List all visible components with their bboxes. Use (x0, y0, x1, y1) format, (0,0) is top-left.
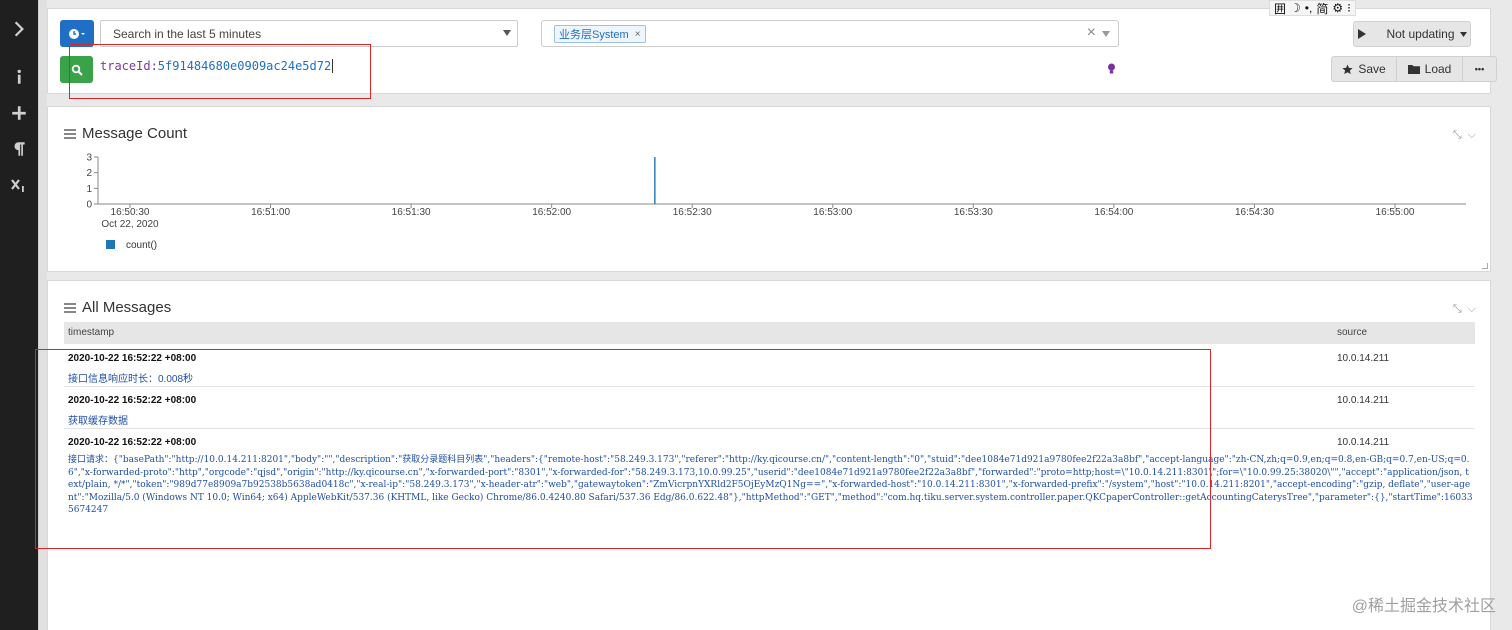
plus-icon[interactable] (0, 98, 38, 128)
y-tick-label: 3 (86, 153, 92, 164)
ime-item[interactable]: •, (1305, 1, 1313, 15)
legend-label: count() (126, 240, 157, 251)
row-source: 10.0.14.211 (1337, 353, 1390, 364)
table-row[interactable]: 2020-10-22 16:52:22 +08:00 10.0.14.211 获… (64, 387, 1475, 429)
row-source: 10.0.14.211 (1337, 437, 1390, 448)
load-label: Load (1424, 62, 1452, 76)
more-icon: ••• (1474, 64, 1485, 74)
caret-down-icon (1459, 31, 1467, 37)
x-tick-label: 16:53:00 (813, 207, 852, 218)
table-row[interactable]: 2020-10-22 16:52:22 +08:00 10.0.14.211 接… (64, 429, 1475, 515)
refresh-interval-button[interactable]: Not updating (1353, 21, 1471, 47)
drag-handle-icon[interactable] (64, 302, 76, 313)
star-icon (1342, 63, 1353, 74)
left-toolbar-edge (38, 0, 47, 630)
watermark: @稀土掘金技术社区 (1351, 598, 1496, 615)
query-value: 5f91484680e0909ac24e5d72 (157, 59, 332, 73)
load-search-button[interactable]: Load (1397, 56, 1463, 82)
x-tick-label: 16:52:00 (532, 207, 571, 218)
x-tick-label: 16:54:00 (1094, 207, 1133, 218)
stream-tag-label: 业务层System (559, 29, 629, 41)
x-tick-label: 16:53:30 (954, 207, 993, 218)
play-icon (1358, 29, 1367, 39)
row-message: 接口请求：{"basePath":"http://10.0.14.211:820… (68, 455, 1473, 515)
widget-tools: ⤡ ⌵ (1453, 303, 1476, 316)
more-actions-button[interactable]: ••• (1463, 56, 1497, 82)
save-label: Save (1358, 62, 1386, 76)
x-date-label: Oct 22, 2020 (101, 219, 159, 230)
x-tick-label: 16:51:30 (392, 207, 431, 218)
message-count-chart: 0 1 2 3 16:50:30 16:51:00 16:51:30 16:52:00 16:5… (86, 153, 1466, 251)
x-tick-label: 16:55:00 (1376, 207, 1415, 218)
time-range-select[interactable]: Search in the last 5 minutes (100, 20, 518, 47)
ime-item[interactable]: ☽ (1290, 1, 1301, 15)
text-cursor (332, 59, 334, 73)
query-key: traceId: (100, 59, 158, 73)
pilcrow-icon[interactable] (0, 134, 38, 164)
compress-icon[interactable]: ⤡ (1453, 303, 1462, 316)
folder-icon (1407, 65, 1420, 74)
row-message: 接口信息响应时长：0.008秒 (68, 374, 194, 385)
subscript-icon[interactable] (0, 170, 38, 200)
y-tick-label: 2 (86, 168, 92, 179)
clear-icon[interactable]: × (1087, 24, 1096, 42)
chevron-right-icon[interactable] (0, 14, 38, 44)
x-tick-label: 16:51:00 (251, 207, 290, 218)
stream-tag: 业务层System × (554, 25, 646, 43)
ime-item[interactable]: 简 (1316, 0, 1328, 17)
row-timestamp: 2020-10-22 16:52:22 +08:00 (68, 437, 197, 448)
left-toolbar (0, 0, 38, 630)
table-row[interactable]: 2020-10-22 16:52:22 +08:00 10.0.14.211 接… (64, 345, 1475, 387)
row-message: 获取缓存数据 (68, 416, 128, 427)
save-search-button[interactable]: Save (1331, 56, 1397, 82)
x-tick-label: 16:50:30 (111, 207, 150, 218)
row-timestamp: 2020-10-22 16:52:22 +08:00 (68, 395, 197, 406)
chevron-down-icon[interactable]: ⌵ (1468, 303, 1476, 316)
ime-item[interactable]: ⁝ (1347, 1, 1351, 15)
time-range-label: Search in the last 5 minutes (113, 26, 262, 41)
chart-bar (654, 157, 656, 204)
ime-toolbar: 囲 ☽ •, 简 ⚙ ⁝ (1269, 0, 1356, 16)
row-source: 10.0.14.211 (1337, 395, 1390, 406)
stream-tag-remove-icon[interactable]: × (635, 29, 641, 40)
ime-item[interactable]: ⚙ (1332, 1, 1343, 15)
legend-swatch (106, 240, 115, 249)
caret-down-icon[interactable] (1102, 31, 1110, 37)
widget-title: All Messages (64, 299, 171, 316)
info-icon[interactable] (0, 62, 38, 92)
search-button[interactable] (60, 56, 93, 83)
column-header-source[interactable]: source (1337, 327, 1367, 338)
search-icon (71, 64, 83, 76)
time-range-type-button[interactable] (60, 20, 94, 47)
column-header-timestamp[interactable]: timestamp (68, 327, 114, 338)
clock-icon (69, 28, 85, 39)
search-query-input[interactable]: traceId: 5f91484680e0909ac24e5d72 (100, 56, 350, 76)
y-tick-label: 0 (86, 200, 92, 211)
ime-item[interactable]: 囲 (1274, 0, 1286, 17)
x-tick-label: 16:52:30 (673, 207, 712, 218)
all-messages-widget: All Messages ⤡ ⌵ timestamp source 2020-1… (47, 280, 1491, 630)
all-messages-title: All Messages (82, 299, 172, 316)
search-panel: Search in the last 5 minutes 业务层System ×… (47, 8, 1497, 94)
y-tick-label: 1 (86, 184, 92, 195)
refresh-interval-label: Not updating (1386, 27, 1455, 41)
stream-select[interactable]: 业务层System × × (541, 20, 1119, 47)
x-tick-label: 16:54:30 (1235, 207, 1274, 218)
messages-table-header: timestamp source (64, 322, 1475, 344)
caret-down-icon (503, 30, 511, 36)
lightbulb-icon[interactable] (1107, 63, 1116, 75)
row-timestamp: 2020-10-22 16:52:22 +08:00 (68, 353, 197, 364)
